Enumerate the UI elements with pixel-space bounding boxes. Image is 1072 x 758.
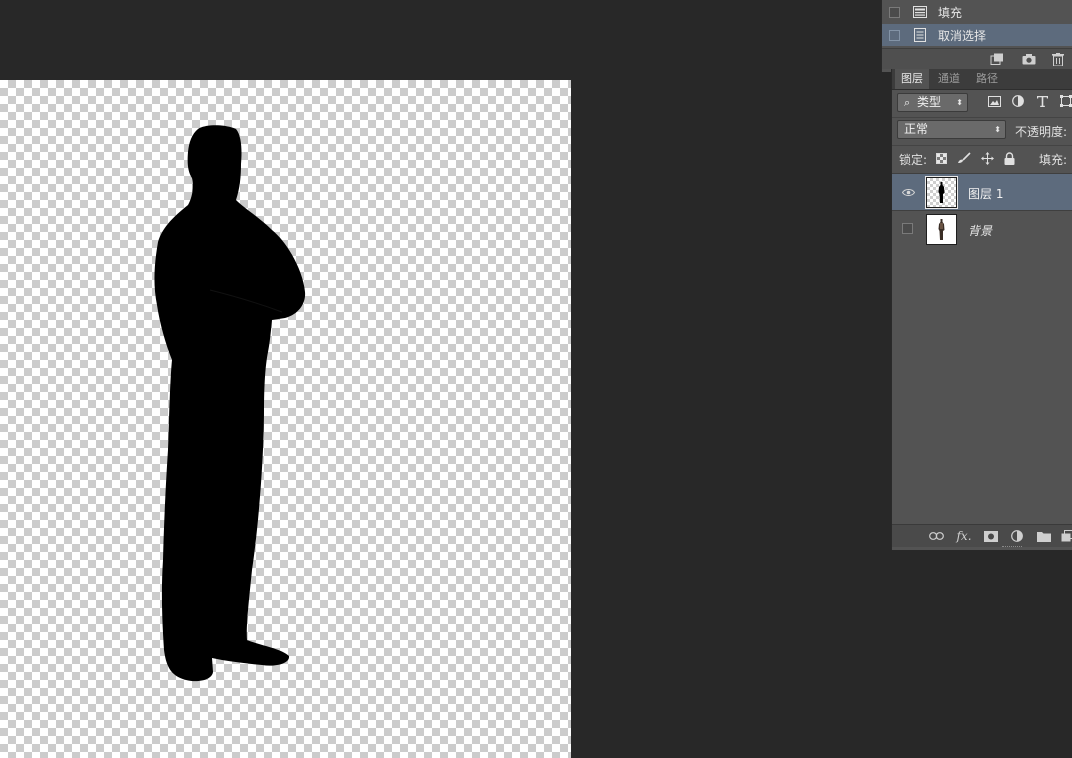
layer-row-layer1[interactable]: 图层 1: [892, 173, 1072, 210]
layer-row-background[interactable]: 背景: [892, 210, 1072, 247]
blend-mode-value: 正常: [904, 122, 929, 136]
history-snapshot-checkbox[interactable]: [889, 29, 900, 41]
history-item-deselect[interactable]: 取消选择: [882, 24, 1072, 46]
fill-label: 填充:: [1039, 153, 1068, 167]
tab-layers[interactable]: 图层: [895, 69, 929, 89]
tab-channels[interactable]: 通道: [932, 69, 966, 89]
document-canvas[interactable]: [0, 80, 571, 758]
search-icon: ⌕: [904, 96, 911, 109]
history-snapshot-checkbox[interactable]: [889, 6, 900, 18]
history-item-fill[interactable]: 填充: [882, 1, 1072, 23]
filter-kind-select[interactable]: ⌕ 类型 ⬍: [897, 93, 968, 112]
trash-icon[interactable]: [1051, 52, 1065, 66]
chevron-updown-icon: ⬍: [994, 125, 1001, 134]
history-item-label: 取消选择: [938, 28, 987, 43]
add-mask-icon[interactable]: [983, 529, 999, 543]
lock-transparent-pixels-icon[interactable]: [934, 151, 948, 165]
deselect-icon: [913, 28, 927, 42]
opacity-label: 不透明度:: [1015, 125, 1068, 139]
history-panel: 填充 取消选择: [881, 0, 1072, 72]
history-item-label: 填充: [938, 5, 963, 20]
layer-thumbnail: [926, 214, 957, 245]
shape-filter-icon[interactable]: [1059, 94, 1072, 108]
new-group-icon[interactable]: [1036, 529, 1052, 543]
visibility-toggle[interactable]: [902, 223, 913, 234]
link-layers-icon[interactable]: [928, 529, 944, 543]
blend-mode-select[interactable]: 正常 ⬍: [897, 120, 1006, 139]
panel-tab-bar: 图层 通道 路径: [892, 69, 1072, 90]
lock-all-icon[interactable]: [1002, 151, 1016, 165]
blend-mode-row: 正常 ⬍ 不透明度:: [892, 117, 1072, 142]
layer-filter-row: ⌕ 类型 ⬍: [892, 90, 1072, 115]
layer-name[interactable]: 图层 1: [968, 185, 1003, 202]
new-layer-icon[interactable]: [1059, 529, 1072, 543]
lock-image-pixels-icon[interactable]: [957, 151, 971, 165]
eye-icon[interactable]: [901, 186, 915, 198]
layers-footer: fx.: [892, 524, 1072, 547]
fx-icon[interactable]: fx.: [956, 529, 972, 543]
history-footer: [882, 48, 1072, 69]
camera-snapshot-icon[interactable]: [1022, 52, 1036, 66]
chevron-updown-icon: ⬍: [956, 98, 963, 107]
filter-kind-value: 类型: [917, 95, 942, 109]
new-document-from-state-icon[interactable]: [990, 52, 1004, 66]
layer-name[interactable]: 背景: [968, 222, 992, 239]
silhouette-figure: [154, 125, 306, 682]
image-filter-icon[interactable]: [987, 94, 1001, 108]
layer-thumbnail: [925, 176, 958, 209]
layers-panel: 图层 通道 路径 ⌕ 类型 ⬍ 正常 ⬍ 不透明度: 锁定: 填充: 图层 1 …: [891, 69, 1072, 550]
new-adjustment-layer-icon[interactable]: [1009, 529, 1025, 543]
panel-resize-grip[interactable]: [1002, 546, 1022, 549]
adjustment-filter-icon[interactable]: [1011, 94, 1025, 108]
tab-paths[interactable]: 路径: [970, 69, 1004, 89]
lock-position-icon[interactable]: [980, 151, 994, 165]
lock-label: 锁定:: [899, 153, 928, 167]
fill-icon: [913, 5, 927, 19]
lock-row: 锁定: 填充:: [892, 145, 1072, 170]
type-filter-icon[interactable]: [1035, 94, 1049, 108]
